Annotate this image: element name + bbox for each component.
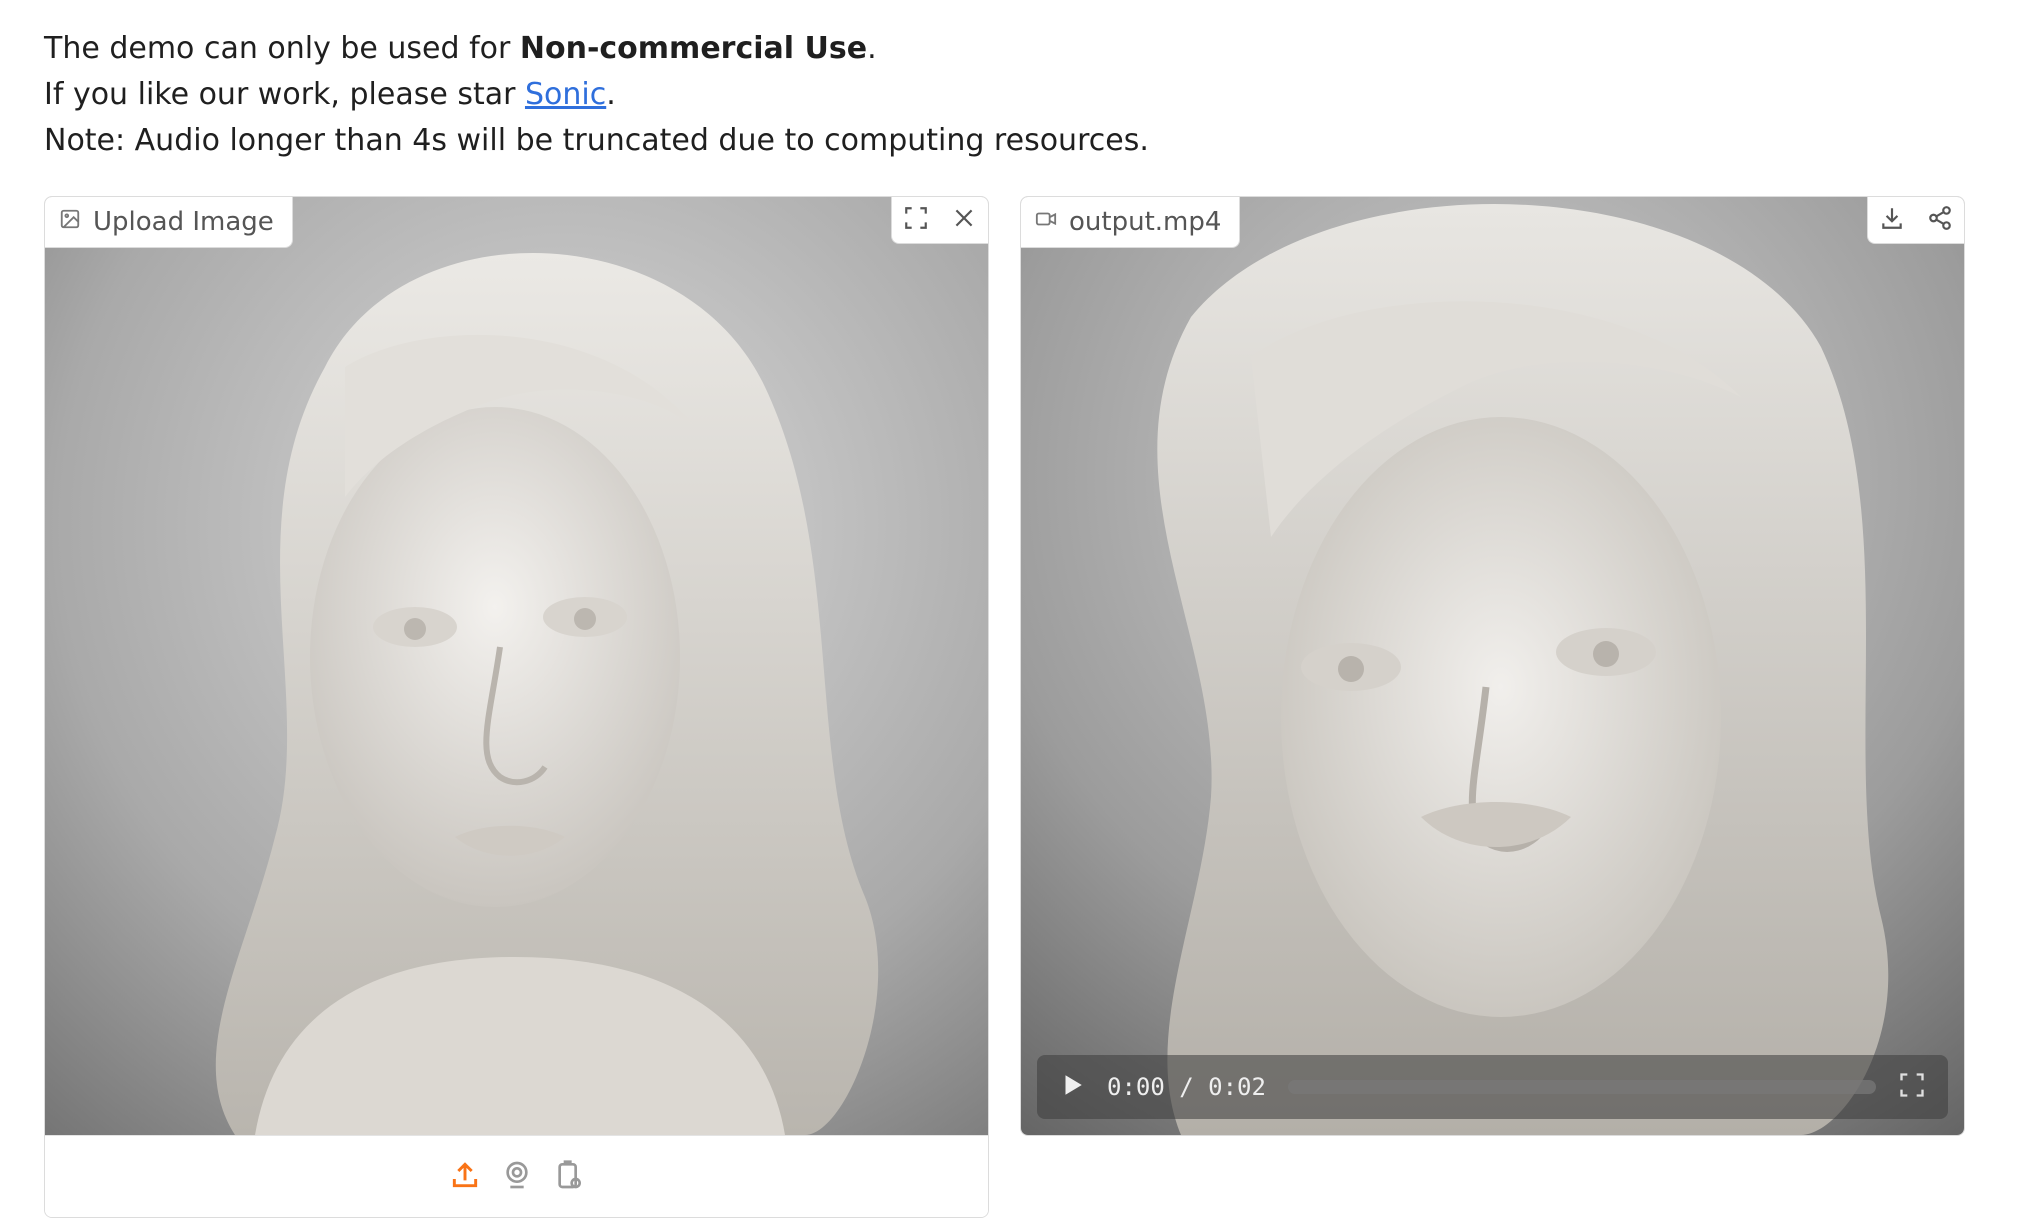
webcam-icon bbox=[501, 1159, 533, 1195]
sonic-link[interactable]: Sonic bbox=[525, 77, 606, 112]
image-source-toolbar bbox=[45, 1135, 988, 1217]
star-request-period: . bbox=[606, 77, 616, 112]
fullscreen-icon bbox=[903, 205, 929, 235]
play-button[interactable] bbox=[1059, 1072, 1085, 1102]
image-actions bbox=[891, 197, 988, 244]
image-upload-panel: Upload Image bbox=[44, 196, 989, 1218]
image-label-chip: Upload Image bbox=[45, 197, 293, 248]
play-icon bbox=[1059, 1075, 1085, 1102]
audio-note: Note: Audio longer than 4s will be trunc… bbox=[44, 123, 1149, 158]
output-video[interactable] bbox=[1021, 197, 1964, 1135]
webcam-button[interactable] bbox=[500, 1160, 534, 1194]
star-request: If you like our work, please star Sonic. bbox=[44, 72, 1149, 118]
image-label: Upload Image bbox=[93, 207, 274, 237]
intro-text: The demo can only be used for Non-commer… bbox=[44, 26, 1149, 164]
uploaded-image bbox=[45, 197, 988, 1135]
video-actions bbox=[1867, 197, 1964, 244]
video-controls: 0:00 / 0:02 bbox=[1037, 1055, 1948, 1119]
close-icon bbox=[951, 205, 977, 235]
license-notice-emphasis: Non-commercial Use bbox=[519, 31, 868, 66]
upload-icon bbox=[449, 1159, 481, 1195]
share-icon bbox=[1927, 205, 1953, 235]
clipboard-button[interactable] bbox=[552, 1160, 586, 1194]
video-fullscreen-button[interactable] bbox=[1898, 1071, 1926, 1103]
video-label-chip: output.mp4 bbox=[1021, 197, 1241, 248]
license-notice-text: The demo can only be used for bbox=[44, 31, 520, 66]
video-output-panel: output.mp4 0:00 / 0:02 bbox=[1020, 196, 1965, 1136]
license-notice: The demo can only be used for Non-commer… bbox=[44, 26, 1149, 72]
time-display: 0:00 / 0:02 bbox=[1107, 1073, 1266, 1101]
download-button[interactable] bbox=[1868, 197, 1916, 243]
time-separator: / bbox=[1164, 1073, 1209, 1101]
star-request-text: If you like our work, please star bbox=[44, 77, 525, 112]
image-icon bbox=[59, 207, 81, 237]
current-time: 0:00 bbox=[1107, 1073, 1165, 1101]
fullscreen-icon bbox=[1898, 1073, 1926, 1103]
clipboard-icon bbox=[553, 1159, 585, 1195]
download-icon bbox=[1879, 205, 1905, 235]
share-button[interactable] bbox=[1916, 197, 1964, 243]
license-notice-period: . bbox=[867, 31, 877, 66]
duration: 0:02 bbox=[1208, 1073, 1266, 1101]
video-icon bbox=[1035, 207, 1057, 237]
upload-button[interactable] bbox=[448, 1160, 482, 1194]
progress-bar[interactable] bbox=[1287, 1080, 1876, 1094]
video-filename: output.mp4 bbox=[1069, 207, 1222, 237]
clear-image-button[interactable] bbox=[940, 197, 988, 243]
fullscreen-button[interactable] bbox=[892, 197, 940, 243]
